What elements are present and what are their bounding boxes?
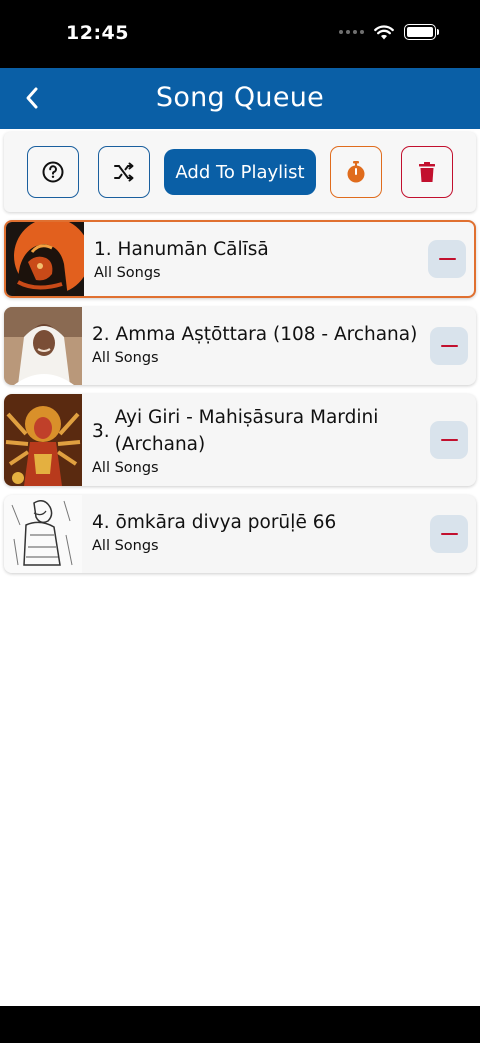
song-name: Ayi Giri - Mahiṣāsura Mardini (Archana) [114, 407, 379, 455]
song-name: ōmkāra divya porūḷē 66 [115, 512, 337, 533]
song-thumbnail [4, 394, 82, 486]
status-bar: 12:45 [0, 0, 480, 68]
song-title: 1. Hanumān Cālīsā [94, 236, 474, 263]
song-category: All Songs [92, 460, 159, 476]
song-title: 4. ōmkāra divya porūḷē 66 [92, 509, 476, 536]
stopwatch-icon [347, 161, 365, 183]
status-icons [339, 24, 439, 40]
remove-song-button[interactable] [430, 515, 468, 553]
song-category: All Songs [92, 538, 159, 554]
list-item[interactable]: 3. Ayi Giri - Mahiṣāsura Mardini (Archan… [4, 394, 476, 486]
song-queue-list: 1. Hanumān Cālīsā All Songs 2. Amma Aṣṭō… [4, 220, 476, 582]
status-time: 12:45 [66, 22, 129, 44]
app-header: Song Queue [0, 68, 480, 129]
song-category: All Songs [92, 350, 159, 366]
song-thumbnail [4, 307, 82, 385]
help-icon [42, 161, 64, 183]
minus-icon [440, 438, 458, 442]
home-indicator-bar [0, 1006, 480, 1043]
song-title: 3. Ayi Giri - Mahiṣāsura Mardini (Archan… [92, 404, 476, 458]
list-item[interactable]: 1. Hanumān Cālīsā All Songs [4, 220, 476, 298]
song-info: 4. ōmkāra divya porūḷē 66 All Songs [82, 495, 476, 573]
trash-icon [419, 162, 435, 182]
song-thumbnail [4, 495, 82, 573]
app-screen: Song Queue Add To Playlist 1. Hanumān Cā… [0, 68, 480, 1006]
song-title: 2. Amma Aṣṭōttara (108 - Archana) [92, 321, 476, 348]
sleep-timer-button[interactable] [330, 146, 382, 198]
remove-song-button[interactable] [430, 421, 468, 459]
song-number: 3. [92, 420, 110, 442]
song-name: Amma Aṣṭōttara (108 - Archana) [115, 324, 418, 345]
clear-queue-button[interactable] [401, 146, 453, 198]
minus-icon [438, 257, 456, 261]
song-info: 2. Amma Aṣṭōttara (108 - Archana) All So… [82, 307, 476, 385]
remove-song-button[interactable] [430, 327, 468, 365]
song-info: 1. Hanumān Cālīsā All Songs [84, 222, 474, 296]
shuffle-icon [114, 162, 134, 182]
song-thumbnail [6, 222, 84, 296]
help-button[interactable] [27, 146, 79, 198]
song-name: Hanumān Cālīsā [117, 239, 269, 260]
song-number: 1. [94, 239, 112, 260]
wifi-icon [374, 24, 394, 39]
shuffle-button[interactable] [98, 146, 150, 198]
minus-icon [440, 532, 458, 536]
remove-song-button[interactable] [428, 240, 466, 278]
song-number: 2. [92, 324, 110, 345]
list-item[interactable]: 4. ōmkāra divya porūḷē 66 All Songs [4, 495, 476, 573]
queue-toolbar: Add To Playlist [4, 132, 476, 212]
page-title: Song Queue [155, 82, 325, 113]
song-info: 3. Ayi Giri - Mahiṣāsura Mardini (Archan… [82, 394, 476, 486]
minus-icon [440, 344, 458, 348]
cellular-signal-icon [339, 30, 364, 34]
song-category: All Songs [94, 265, 161, 281]
song-number: 4. [92, 512, 110, 533]
add-to-playlist-button[interactable]: Add To Playlist [164, 149, 316, 195]
battery-icon [404, 24, 439, 40]
list-item[interactable]: 2. Amma Aṣṭōttara (108 - Archana) All So… [4, 307, 476, 385]
